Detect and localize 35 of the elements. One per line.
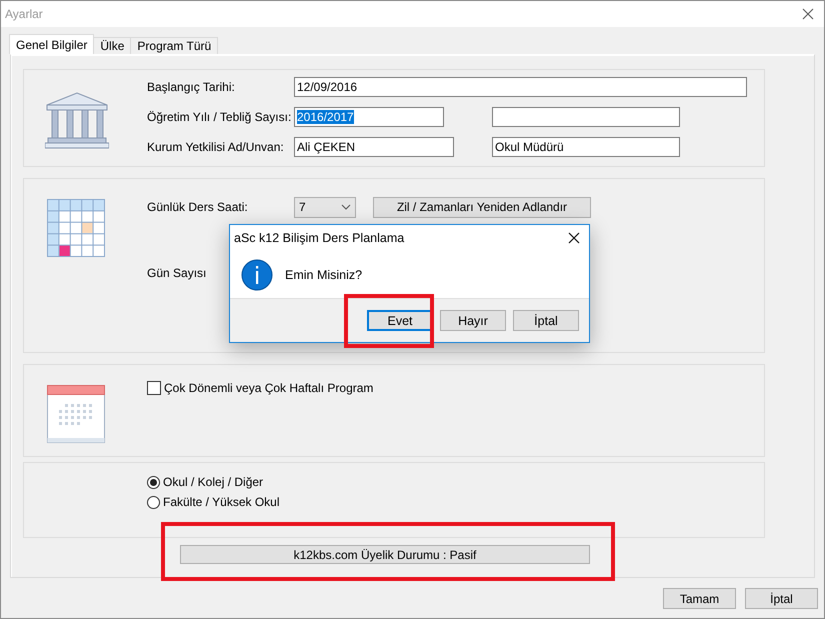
checkbox-label: Çok Dönemli veya Çok Haftalı Program: [164, 381, 374, 395]
tab[interactable]: Program Türü: [130, 37, 218, 54]
radio-label: Okul / Kolej / Diğer: [163, 475, 264, 489]
close-icon[interactable]: [568, 232, 580, 244]
calendar-icon: [47, 385, 105, 443]
caret-icon: [341, 204, 351, 210]
timetable-icon: [47, 199, 105, 257]
field-label: Günlük Ders Saati:: [147, 200, 249, 214]
radio-button[interactable]: [147, 496, 160, 508]
membership-button[interactable]: k12kbs.com Üyelik Durumu : Pasif: [180, 545, 590, 564]
dialog-button[interactable]: Tamam: [663, 588, 736, 609]
field-label: Başlangıç Tarihi:: [147, 80, 236, 94]
tab[interactable]: Genel Bilgiler: [9, 34, 94, 54]
close-icon[interactable]: [802, 8, 814, 20]
radio-button[interactable]: [147, 476, 160, 488]
lessons-dropdown[interactable]: 7: [294, 196, 356, 218]
field-label: Kurum Yetkilisi Ad/Unvan:: [147, 140, 285, 154]
input-field[interactable]: Ali ÇEKEN: [294, 137, 454, 157]
checkbox[interactable]: [147, 381, 161, 395]
radio-label: Fakülte / Yüksek Okul: [163, 495, 280, 509]
dialog-message: Emin Misiniz?: [285, 268, 362, 282]
dialog-button[interactable]: İptal: [513, 310, 579, 331]
input-field[interactable]: Okul Müdürü: [492, 137, 680, 157]
rename-button[interactable]: Zil / Zamanları Yeniden Adlandır: [373, 196, 591, 218]
dialog-title: aSc k12 Bilişim Ders Planlama: [234, 231, 404, 245]
window-title: Ayarlar: [5, 7, 43, 21]
input-field[interactable]: 2016/2017: [294, 107, 444, 127]
dialog-button[interactable]: Evet: [367, 310, 433, 331]
building-icon: [45, 91, 109, 149]
dialog-button[interactable]: Hayır: [440, 310, 506, 331]
info-icon: [241, 258, 273, 290]
dialog-button[interactable]: İptal: [745, 588, 818, 609]
input-field[interactable]: [492, 107, 680, 127]
input-field[interactable]: 12/09/2016: [294, 77, 747, 97]
field-label: Öğretim Yılı / Tebliğ Sayısı:: [147, 110, 292, 124]
